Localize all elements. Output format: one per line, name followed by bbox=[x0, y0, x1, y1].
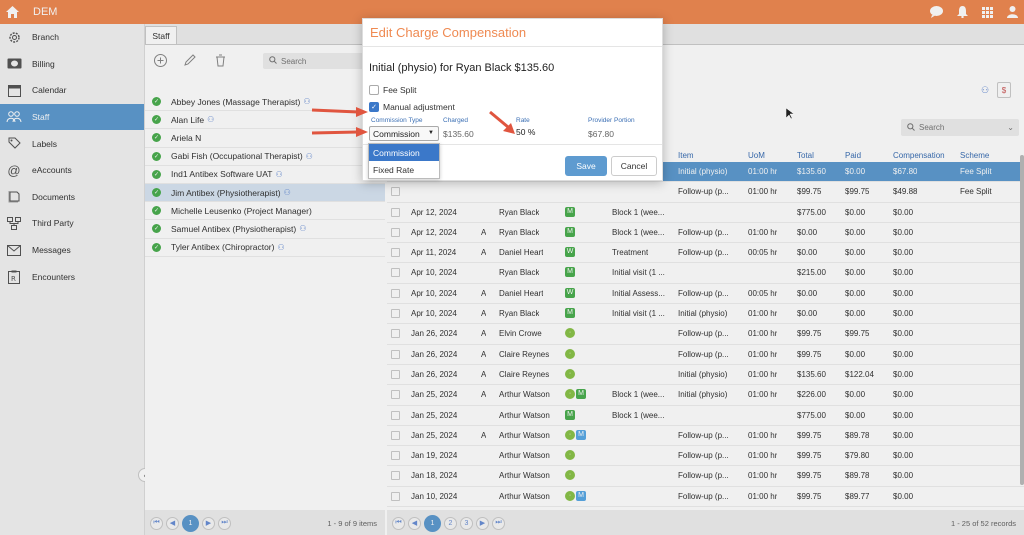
commission-type-select[interactable]: Commission ▼ bbox=[369, 126, 439, 141]
charged-label: Charged bbox=[443, 117, 468, 124]
caret-down-icon: ▼ bbox=[428, 130, 434, 136]
fee-split-row[interactable]: Fee Split bbox=[369, 85, 417, 95]
manual-adjustment-checkbox[interactable]: ✓ bbox=[369, 102, 379, 112]
save-button[interactable]: Save bbox=[565, 156, 607, 176]
option-commission[interactable]: Commission bbox=[369, 144, 439, 161]
dialog-title: Edit Charge Compensation bbox=[363, 19, 662, 47]
cancel-button[interactable]: Cancel bbox=[611, 156, 657, 176]
commission-type-label: Commission Type bbox=[371, 117, 423, 124]
annotation-arrow-icon bbox=[311, 107, 368, 117]
manual-adjustment-row[interactable]: ✓ Manual adjustment bbox=[369, 102, 455, 112]
provider-portion-value: $67.80 bbox=[588, 129, 614, 139]
annotation-arrow-icon bbox=[489, 110, 515, 134]
fee-split-checkbox[interactable] bbox=[369, 85, 379, 95]
charged-value: $135.60 bbox=[443, 129, 474, 139]
fee-split-label: Fee Split bbox=[383, 85, 417, 95]
rate-label: Rate bbox=[516, 117, 530, 124]
rate-input[interactable]: 50 % bbox=[516, 127, 535, 137]
option-fixed-rate[interactable]: Fixed Rate bbox=[369, 161, 439, 178]
manual-adjustment-label: Manual adjustment bbox=[383, 102, 455, 112]
dialog-subtitle: Initial (physio) for Ryan Black $135.60 bbox=[369, 62, 555, 74]
provider-portion-label: Provider Portion bbox=[588, 117, 635, 124]
mouse-cursor-icon bbox=[786, 108, 794, 120]
commission-type-dropdown: Commission Fixed Rate bbox=[368, 143, 440, 179]
annotation-arrow-icon bbox=[311, 127, 368, 137]
